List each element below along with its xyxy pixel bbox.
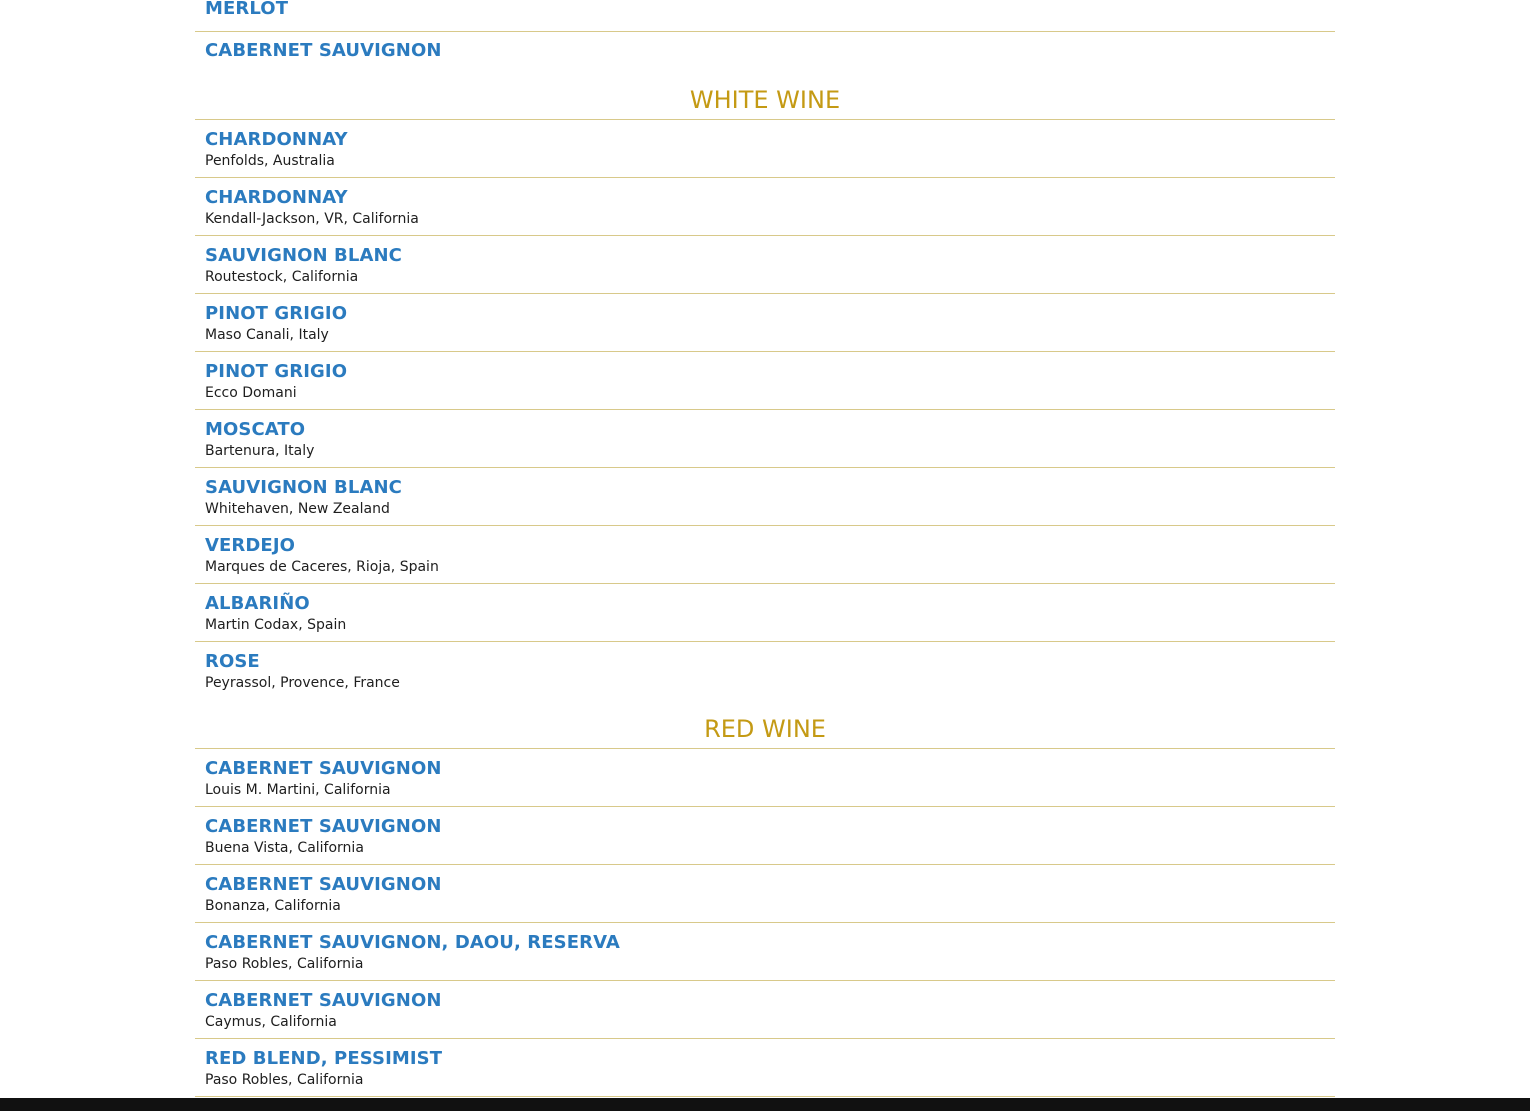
- list-item[interactable]: CABERNET SAUVIGNON, DAOU, RESERVA Paso R…: [195, 923, 1335, 981]
- list-item[interactable]: MOSCATO Bartenura, Italy: [195, 410, 1335, 468]
- wine-name: ALBARIÑO: [205, 593, 310, 614]
- wine-origin: Routestock, California: [205, 269, 359, 285]
- list-item[interactable]: MERLOT: [195, 0, 1335, 32]
- wine-origin: Penfolds, Australia: [205, 153, 335, 169]
- wine-origin: Paso Robles, California: [205, 1072, 364, 1088]
- list-item[interactable]: VERDEJO Marques de Caceres, Rioja, Spain: [195, 526, 1335, 584]
- wine-name: SAUVIGNON BLANC: [205, 477, 402, 498]
- top-wine-list: MERLOT CABERNET SAUVIGNON: [195, 0, 1335, 70]
- wine-name: PINOT GRIGIO: [205, 303, 348, 324]
- wine-name: PINOT GRIGIO: [205, 361, 348, 382]
- wine-name: CABERNET SAUVIGNON: [205, 816, 442, 837]
- wine-name: CABERNET SAUVIGNON: [205, 990, 442, 1011]
- wine-origin: Marques de Caceres, Rioja, Spain: [205, 559, 439, 575]
- list-item[interactable]: CABERNET SAUVIGNON Buena Vista, Californ…: [195, 807, 1335, 865]
- list-item[interactable]: PINOT GRIGIO Maso Canali, Italy: [195, 294, 1335, 352]
- section-heading-red-wine: RED WINE: [195, 699, 1335, 749]
- list-item[interactable]: CABERNET SAUVIGNON Louis M. Martini, Cal…: [195, 749, 1335, 807]
- wine-origin: Martin Codax, Spain: [205, 617, 347, 633]
- wine-origin: Caymus, California: [205, 1014, 337, 1030]
- wine-name: CABERNET SAUVIGNON, DAOU, RESERVA: [205, 932, 620, 953]
- wine-name: CABERNET SAUVIGNON: [205, 40, 442, 61]
- list-item[interactable]: CABERNET SAUVIGNON Bonanza, California: [195, 865, 1335, 923]
- wine-origin: Kendall-Jackson, VR, California: [205, 211, 419, 227]
- list-item[interactable]: CHARDONNAY Penfolds, Australia: [195, 120, 1335, 178]
- wine-menu: MERLOT CABERNET SAUVIGNON WHITE WINE CHA…: [195, 0, 1335, 1097]
- wine-name: CABERNET SAUVIGNON: [205, 758, 442, 779]
- wine-name: CHARDONNAY: [205, 129, 348, 150]
- red-wine-list: CABERNET SAUVIGNON Louis M. Martini, Cal…: [195, 749, 1335, 1097]
- wine-menu-page: MERLOT CABERNET SAUVIGNON WHITE WINE CHA…: [0, 0, 1530, 1111]
- bottom-bar: [0, 1098, 1530, 1111]
- wine-name: RED BLEND, PESSIMIST: [205, 1048, 443, 1069]
- wine-name: CABERNET SAUVIGNON: [205, 874, 442, 895]
- list-item[interactable]: CHARDONNAY Kendall-Jackson, VR, Californ…: [195, 178, 1335, 236]
- wine-origin: Ecco Domani: [205, 385, 297, 401]
- wine-origin: Bonanza, California: [205, 898, 341, 914]
- list-item[interactable]: ALBARIÑO Martin Codax, Spain: [195, 584, 1335, 642]
- wine-origin: Bartenura, Italy: [205, 443, 315, 459]
- wine-origin: Peyrassol, Provence, France: [205, 675, 400, 691]
- list-item[interactable]: PINOT GRIGIO Ecco Domani: [195, 352, 1335, 410]
- list-item[interactable]: CABERNET SAUVIGNON Caymus, California: [195, 981, 1335, 1039]
- wine-origin: Louis M. Martini, California: [205, 782, 391, 798]
- section-title: RED WINE: [704, 715, 826, 743]
- wine-origin: Buena Vista, California: [205, 840, 364, 856]
- wine-name: MERLOT: [205, 0, 289, 19]
- wine-name: SAUVIGNON BLANC: [205, 245, 402, 266]
- wine-origin: Whitehaven, New Zealand: [205, 501, 390, 517]
- white-wine-list: CHARDONNAY Penfolds, Australia CHARDONNA…: [195, 120, 1335, 699]
- wine-name: ROSE: [205, 651, 260, 672]
- section-heading-white-wine: WHITE WINE: [195, 70, 1335, 120]
- wine-origin: Paso Robles, California: [205, 956, 364, 972]
- wine-origin: Maso Canali, Italy: [205, 327, 329, 343]
- wine-name: MOSCATO: [205, 419, 306, 440]
- section-title: WHITE WINE: [689, 86, 841, 114]
- wine-name: VERDEJO: [205, 535, 296, 556]
- list-item[interactable]: ROSE Peyrassol, Provence, France: [195, 642, 1335, 699]
- list-item[interactable]: SAUVIGNON BLANC Routestock, California: [195, 236, 1335, 294]
- list-item[interactable]: CABERNET SAUVIGNON: [195, 32, 1335, 70]
- wine-name: CHARDONNAY: [205, 187, 348, 208]
- list-item[interactable]: RED BLEND, PESSIMIST Paso Robles, Califo…: [195, 1039, 1335, 1097]
- list-item[interactable]: SAUVIGNON BLANC Whitehaven, New Zealand: [195, 468, 1335, 526]
